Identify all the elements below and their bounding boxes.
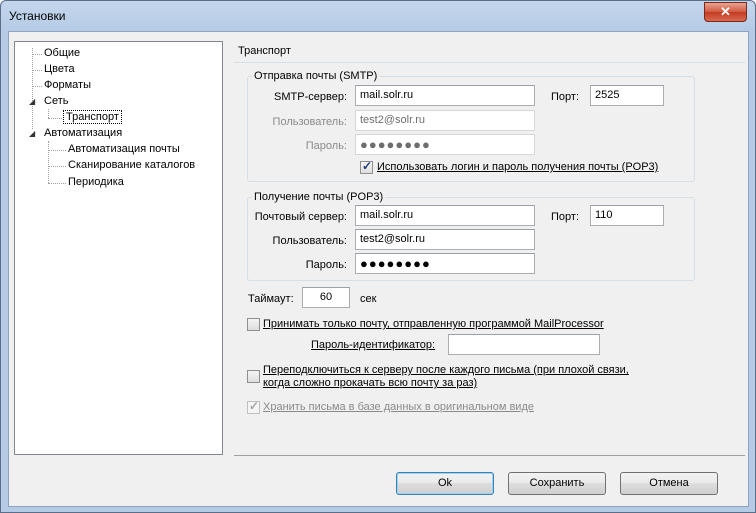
only-mailprocessor-checkbox[interactable] [247, 318, 260, 331]
checkmark-icon: ✓ [249, 399, 260, 413]
cancel-button[interactable]: Отмена [620, 472, 718, 495]
tree-item-label: Форматы [44, 79, 91, 91]
timeout-unit: сек [360, 293, 377, 305]
reconnect-checkbox[interactable] [247, 370, 260, 383]
close-icon: ✕ [720, 4, 731, 19]
pop3-user-input[interactable]: test2@solr.ru [355, 229, 535, 250]
password-id-input[interactable] [448, 334, 600, 355]
reconnect-label-line2[interactable]: когда сложно прокачать всю почту за раз) [263, 377, 477, 389]
smtp-server-label: SMTP-сервер: [274, 91, 347, 103]
title-bar[interactable]: Установки ✕ [1, 1, 755, 31]
smtp-password-label: Пароль: [305, 140, 347, 152]
smtp-port-label: Порт: [551, 91, 579, 103]
tree-connector [48, 166, 66, 167]
tree-connector [48, 118, 62, 119]
pop3-port-label: Порт: [551, 211, 579, 223]
settings-tree[interactable]: Общие Цвета Форматы ◢ Сеть Транспорт ◢ А… [14, 41, 223, 455]
reconnect-label-line1[interactable]: Переподключиться к серверу после каждого… [263, 364, 629, 376]
tree-item-label: Периодика [68, 176, 124, 188]
pop3-server-label: Почтовый сервер: [254, 211, 347, 223]
collapse-triangle-icon[interactable]: ◢ [29, 129, 35, 138]
tree-item-automation[interactable]: Автоматизация [42, 126, 124, 141]
tree-connector [32, 48, 33, 129]
smtp-user-input[interactable]: test2@solr.ru [355, 110, 535, 131]
tree-item-label: Сканирование каталогов [68, 159, 196, 171]
only-mailprocessor-label[interactable]: Принимать только почту, отправленную про… [263, 318, 604, 330]
ok-button[interactable]: Ok [396, 472, 494, 495]
smtp-port-input[interactable]: 2525 [590, 85, 664, 106]
tree-connector [32, 54, 42, 55]
tree-item-general[interactable]: Общие [42, 46, 82, 61]
tree-item-label: Общие [44, 47, 81, 59]
panel-title: Транспорт [238, 45, 291, 57]
password-id-label: Пароль-идентификатор: [311, 339, 436, 351]
tree-connector [48, 109, 49, 118]
pop3-port-input[interactable]: 110 [590, 205, 664, 226]
tree-connector [32, 70, 42, 71]
smtp-server-input[interactable]: mail.solr.ru [355, 85, 535, 106]
tree-item-network[interactable]: Сеть [42, 94, 70, 109]
store-original-label: Хранить письма в базе данных в оригиналь… [263, 401, 534, 413]
tree-connector [32, 86, 42, 87]
divider [234, 455, 745, 456]
pop3-server-input[interactable]: mail.solr.ru [355, 205, 535, 226]
tree-item-formats[interactable]: Форматы [42, 78, 93, 93]
tree-item-label: Сеть [44, 95, 69, 107]
smtp-password-input[interactable]: ●●●●●●●● [355, 134, 535, 155]
checkmark-icon: ✓ [362, 159, 373, 173]
tree-item-label: Автоматизация почты [68, 143, 180, 155]
settings-window: Установки ✕ Общие Цвета Форматы ◢ Сеть Т… [0, 0, 756, 513]
smtp-user-label: Пользователь: [272, 116, 347, 128]
tree-connector [48, 150, 66, 151]
tree-connector [48, 141, 49, 183]
pop3-user-label: Пользователь: [272, 235, 347, 247]
tree-item-mail-automation[interactable]: Автоматизация почты [66, 142, 182, 157]
pop3-password-label: Пароль: [305, 259, 347, 271]
save-button[interactable]: Сохранить [508, 472, 606, 495]
window-title: Установки [9, 9, 66, 23]
close-button[interactable]: ✕ [704, 2, 747, 22]
pop3-password-input[interactable]: ●●●●●●●● [355, 253, 535, 274]
use-pop3-credentials-checkbox[interactable]: ✓ [360, 159, 373, 174]
timeout-label: Таймаут: [248, 293, 294, 305]
divider [234, 62, 745, 63]
tree-item-transport[interactable]: Транспорт [63, 110, 122, 125]
tree-item-label: Транспорт [63, 110, 122, 124]
tree-item-label: Автоматизация [44, 127, 123, 139]
dialog-client-area: Общие Цвета Форматы ◢ Сеть Транспорт ◢ А… [8, 31, 749, 507]
collapse-triangle-icon[interactable]: ◢ [29, 97, 35, 106]
use-pop3-credentials-label[interactable]: Использовать логин и пароль получения по… [377, 161, 658, 173]
timeout-input[interactable]: 60 [302, 287, 350, 308]
tree-item-label: Цвета [44, 63, 75, 75]
tree-item-folder-scan[interactable]: Сканирование каталогов [66, 158, 197, 173]
tree-item-periodic[interactable]: Периодика [66, 175, 126, 190]
pop3-group-label: Получение почты (POP3) [252, 191, 386, 203]
smtp-group-label: Отправка почты (SMTP) [252, 70, 380, 82]
tree-item-colors[interactable]: Цвета [42, 62, 77, 77]
tree-connector [48, 183, 66, 184]
store-original-checkbox[interactable]: ✓ [247, 399, 260, 414]
